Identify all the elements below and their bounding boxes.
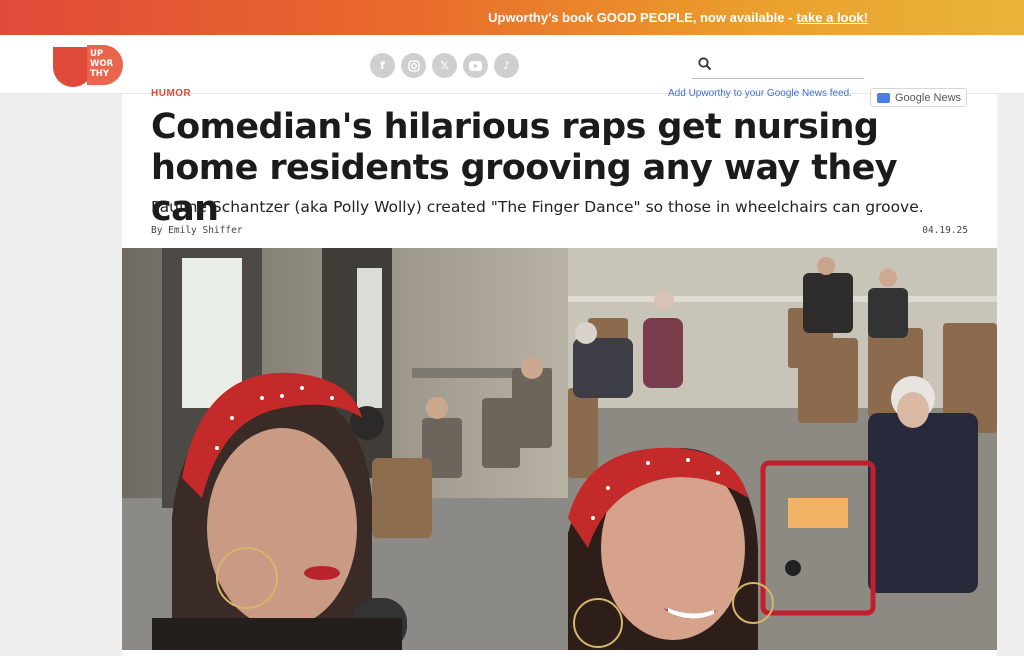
youtube-icon[interactable] bbox=[463, 53, 488, 78]
article-subheadline: Pauline Schantzer (aka Polly Wolly) crea… bbox=[151, 198, 924, 216]
facebook-icon[interactable]: f bbox=[370, 53, 395, 78]
promo-banner: Upworthy's book GOOD PEOPLE, now availab… bbox=[0, 0, 1024, 35]
social-links: f 𝕏 ♪ bbox=[370, 53, 519, 78]
search-box bbox=[692, 54, 864, 79]
google-news-button[interactable]: Google News bbox=[870, 88, 967, 107]
instagram-icon[interactable] bbox=[401, 53, 426, 78]
article: HUMOR Add Upworthy to your Google News f… bbox=[122, 88, 997, 656]
hero-image-left-panel bbox=[122, 248, 568, 650]
category-label[interactable]: HUMOR bbox=[151, 88, 191, 99]
x-icon[interactable]: 𝕏 bbox=[432, 53, 457, 78]
svg-text:WOR: WOR bbox=[90, 59, 114, 69]
google-news-prompt[interactable]: Add Upworthy to your Google News feed. bbox=[668, 88, 852, 99]
site-header: UP WOR THY f 𝕏 ♪ bbox=[0, 35, 1024, 94]
search-input[interactable] bbox=[718, 56, 858, 76]
promo-text: Upworthy's book GOOD PEOPLE, now availab… bbox=[488, 10, 793, 25]
svg-text:THY: THY bbox=[90, 69, 110, 79]
svg-text:UP: UP bbox=[90, 49, 103, 59]
article-date: 04.19.25 bbox=[922, 225, 968, 236]
tiktok-icon[interactable]: ♪ bbox=[494, 53, 519, 78]
promo-link[interactable]: take a look! bbox=[796, 10, 868, 25]
hero-image-right-panel bbox=[568, 248, 997, 650]
article-byline[interactable]: By Emily Shiffer bbox=[151, 225, 243, 236]
upworthy-logo[interactable]: UP WOR THY bbox=[51, 43, 125, 87]
google-news-icon bbox=[877, 92, 890, 103]
search-icon[interactable] bbox=[698, 57, 712, 71]
article-hero-image bbox=[122, 248, 997, 650]
google-news-label: Google News bbox=[895, 91, 962, 104]
